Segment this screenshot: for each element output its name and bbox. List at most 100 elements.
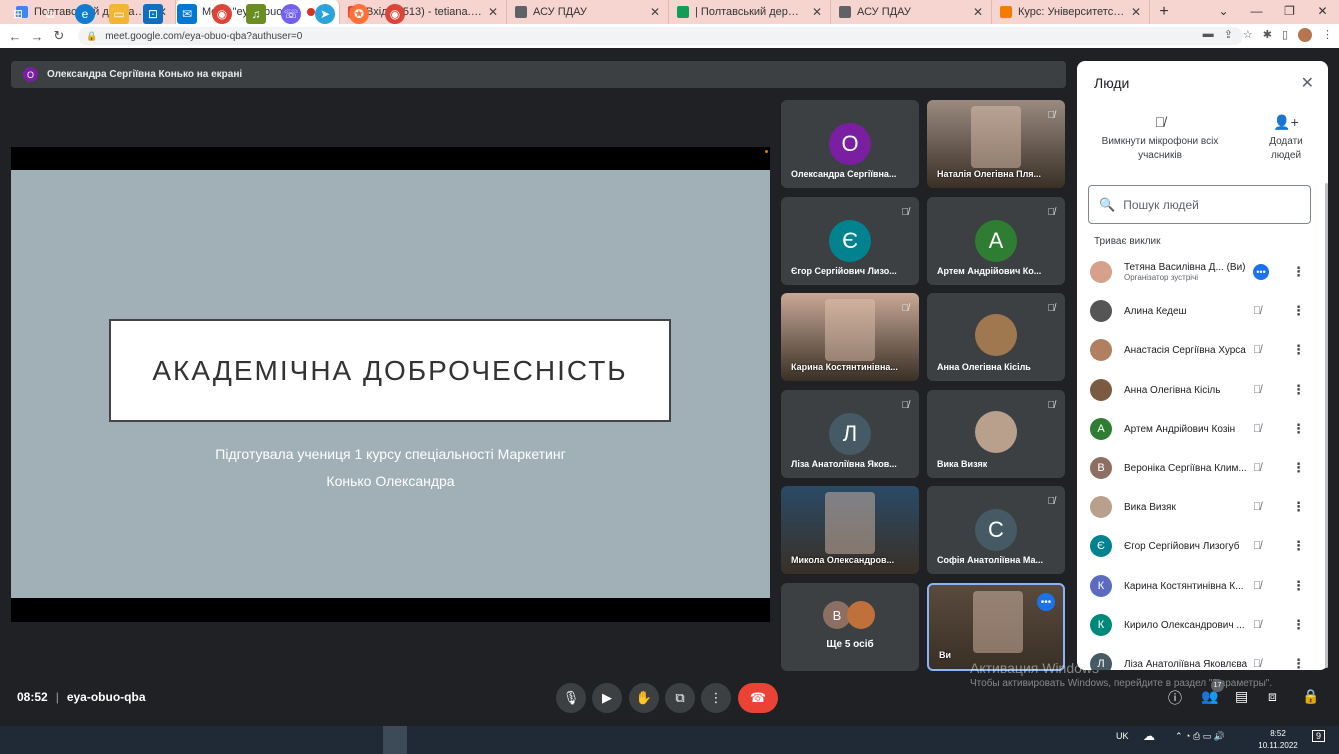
search-people-input[interactable] bbox=[1123, 197, 1294, 212]
host-controls-icon[interactable]: 🔒 bbox=[1302, 688, 1319, 705]
participant-menu-icon[interactable]: ⋮ bbox=[1292, 656, 1305, 670]
participant-tile[interactable]: О Олександра Сергіївна... bbox=[781, 100, 919, 188]
participant-menu-icon[interactable]: ⋮ bbox=[1292, 538, 1305, 554]
close-window-icon[interactable]: ✕ bbox=[1306, 0, 1339, 24]
reload-icon[interactable]: ↻ bbox=[48, 28, 70, 44]
participant-menu-icon[interactable]: ⋮ bbox=[1292, 264, 1305, 280]
telegram-icon[interactable]: ➤ bbox=[315, 4, 335, 24]
add-people-button[interactable]: 👤+ Додати людей bbox=[1259, 115, 1313, 163]
close-panel-icon[interactable]: ✕ bbox=[1301, 73, 1314, 93]
onedrive-icon[interactable]: ☁ bbox=[1143, 729, 1155, 743]
close-tab-icon[interactable]: ✕ bbox=[973, 5, 983, 19]
sidebar-icon[interactable]: ▯ bbox=[1282, 28, 1288, 42]
participant-row[interactable]: В Вероніка Сергіївна Клим... 🎙̸ ⋮ bbox=[1090, 453, 1315, 483]
mic-off-icon[interactable]: 🎙̸ bbox=[1253, 344, 1261, 356]
mic-off-icon[interactable]: 🎙̸ bbox=[1253, 462, 1261, 474]
participant-row[interactable]: Є Єгор Сергійович Лизогуб 🎙̸ ⋮ bbox=[1090, 531, 1315, 561]
participant-more-icon[interactable]: ••• bbox=[1253, 264, 1269, 280]
mic-off-icon[interactable]: 🎙̸ bbox=[1253, 619, 1261, 631]
firefox-icon[interactable]: ✪ bbox=[349, 4, 369, 24]
participant-row[interactable]: К Карина Костянтинівна К... 🎙̸ ⋮ bbox=[1090, 571, 1315, 601]
participant-menu-icon[interactable]: ⋮ bbox=[1292, 578, 1305, 594]
present-button[interactable]: ⧉ bbox=[665, 683, 695, 713]
close-tab-icon[interactable]: ✕ bbox=[488, 5, 498, 19]
mic-off-icon[interactable]: 🎙̸ bbox=[1253, 540, 1261, 552]
microphone-button[interactable]: 🎙 bbox=[556, 683, 586, 713]
participant-menu-icon[interactable]: ⋮ bbox=[1292, 342, 1305, 358]
participant-tile[interactable]: Л Ліза Анатоліївна Яков... 🎙̸ bbox=[781, 390, 919, 478]
participant-tile[interactable]: Анна Олегівна Кісіль 🎙̸ bbox=[927, 293, 1065, 381]
mic-off-icon[interactable]: 🎙̸ bbox=[1253, 501, 1261, 513]
back-icon[interactable]: ← bbox=[4, 29, 26, 44]
new-tab-icon[interactable]: + bbox=[1150, 0, 1178, 24]
mic-off-icon[interactable]: 🎙̸ bbox=[1253, 305, 1261, 317]
language-indicator[interactable]: UK bbox=[1116, 731, 1129, 741]
notification-center-icon[interactable]: 9 bbox=[1312, 730, 1326, 742]
participant-row[interactable]: Л Ліза Анатоліївна Яковлєва 🎙̸ ⋮ bbox=[1090, 649, 1315, 670]
camera-button[interactable]: ▶ bbox=[592, 683, 622, 713]
browser-tab[interactable]: АСУ ПДАУ ✕ bbox=[831, 0, 992, 24]
browser-tab[interactable]: | Полтавський державний агра ✕ bbox=[669, 0, 831, 24]
menu-icon[interactable]: ⋮ bbox=[1322, 28, 1333, 42]
more-options-button[interactable]: ⋮ bbox=[701, 683, 731, 713]
edge-icon[interactable]: e bbox=[75, 4, 95, 24]
store-icon[interactable]: ⊡ bbox=[143, 4, 163, 24]
participant-tile[interactable]: С Софія Анатоліївна Ма... 🎙̸ bbox=[927, 486, 1065, 574]
share-icon[interactable]: ⇪ bbox=[1224, 28, 1233, 42]
browser-tab[interactable]: АСУ ПДАУ ✕ bbox=[507, 0, 669, 24]
participant-tile[interactable]: Ви ••• bbox=[927, 583, 1065, 671]
tab-search-icon[interactable]: ⌄ bbox=[1207, 0, 1240, 24]
participant-row[interactable]: Тетяна Василівна Д... (Ви) Організатор зу… bbox=[1090, 257, 1315, 287]
meeting-details-icon[interactable]: ⓘ bbox=[1168, 688, 1182, 708]
participant-row[interactable]: К Кирило Олександрович ... 🎙̸ ⋮ bbox=[1090, 610, 1315, 640]
mail-icon[interactable]: ✉ bbox=[177, 4, 197, 24]
participant-tile[interactable]: Микола Олександров... bbox=[781, 486, 919, 574]
leave-call-button[interactable]: ☎ bbox=[738, 683, 778, 713]
app-icon[interactable]: ♫ bbox=[246, 4, 266, 24]
file-explorer-icon[interactable]: ▭ bbox=[109, 4, 129, 24]
more-options-icon[interactable]: ••• bbox=[1037, 593, 1055, 611]
participant-tile[interactable]: Карина Костянтинівна... 🎙̸ bbox=[781, 293, 919, 381]
chrome-active-icon[interactable]: ◉ bbox=[385, 4, 405, 24]
windows-start-icon[interactable]: ⊞ bbox=[8, 4, 28, 24]
participant-menu-icon[interactable]: ⋮ bbox=[1292, 421, 1305, 437]
mic-off-icon[interactable]: 🎙̸ bbox=[1253, 580, 1261, 592]
browser-tab[interactable]: Курс: Університетська освіта_ ✕ bbox=[992, 0, 1150, 24]
extensions-icon[interactable]: ✱ bbox=[1263, 28, 1272, 42]
mic-off-icon[interactable]: 🎙̸ bbox=[1253, 423, 1261, 435]
task-view-icon[interactable]: ⧉ bbox=[40, 4, 60, 24]
restore-icon[interactable]: ❐ bbox=[1273, 0, 1306, 24]
participant-row[interactable]: Вика Визяк 🎙̸ ⋮ bbox=[1090, 492, 1315, 522]
participant-tile[interactable]: Є Єгор Сергійович Лизо... 🎙̸ bbox=[781, 197, 919, 285]
participant-menu-icon[interactable]: ⋮ bbox=[1292, 499, 1305, 515]
participant-row[interactable]: А Артем Андрійович Козін 🎙̸ ⋮ bbox=[1090, 414, 1315, 444]
participant-menu-icon[interactable]: ⋮ bbox=[1292, 303, 1305, 319]
minimize-icon[interactable]: — bbox=[1240, 0, 1273, 24]
participant-row[interactable]: Алина Кедеш 🎙̸ ⋮ bbox=[1090, 296, 1315, 326]
url-field[interactable]: 🔒 meet.google.com/eya-obuo-qba?authuser=… bbox=[78, 27, 1243, 45]
profile-avatar[interactable] bbox=[1298, 28, 1312, 42]
viber-icon[interactable]: ☏ bbox=[281, 4, 301, 24]
mic-off-icon[interactable]: 🎙̸ bbox=[1253, 658, 1261, 670]
participant-tile[interactable]: Вика Визяк 🎙̸ bbox=[927, 390, 1065, 478]
tray-icons[interactable]: ⌃ ◔ ⎙ ▭ 🔊 bbox=[1175, 731, 1225, 742]
chat-icon[interactable]: ▤ bbox=[1235, 688, 1248, 705]
raise-hand-button[interactable]: ✋ bbox=[629, 683, 659, 713]
chrome-icon[interactable]: ◉ bbox=[212, 4, 232, 24]
bookmark-star-icon[interactable]: ☆ bbox=[1243, 28, 1253, 42]
people-list-scrollbar[interactable] bbox=[1325, 183, 1328, 668]
participant-menu-icon[interactable]: ⋮ bbox=[1292, 460, 1305, 476]
close-tab-icon[interactable]: ✕ bbox=[650, 5, 660, 19]
close-tab-icon[interactable]: ✕ bbox=[1131, 5, 1141, 19]
participant-row[interactable]: Анна Олегівна Кісіль 🎙̸ ⋮ bbox=[1090, 375, 1315, 405]
participant-menu-icon[interactable]: ⋮ bbox=[1292, 382, 1305, 398]
participant-tile[interactable]: Наталія Олегівна Пля... 🎙̸ bbox=[927, 100, 1065, 188]
participant-tile[interactable]: А Артем Андрійович Ко... 🎙̸ bbox=[927, 197, 1065, 285]
taskbar-clock[interactable]: 8:52 10.11.2022 bbox=[1258, 728, 1298, 752]
camera-permission-icon[interactable]: ▬ bbox=[1203, 28, 1214, 42]
participant-row[interactable]: Анастасія Сергіївна Хурса 🎙̸ ⋮ bbox=[1090, 335, 1315, 365]
activities-icon[interactable]: ⧈ bbox=[1268, 688, 1277, 705]
mute-all-button[interactable]: 🎙̸ Вимкнути мікрофони всіх учасників bbox=[1095, 115, 1225, 163]
forward-icon[interactable]: → bbox=[26, 29, 48, 44]
participant-menu-icon[interactable]: ⋮ bbox=[1292, 617, 1305, 633]
